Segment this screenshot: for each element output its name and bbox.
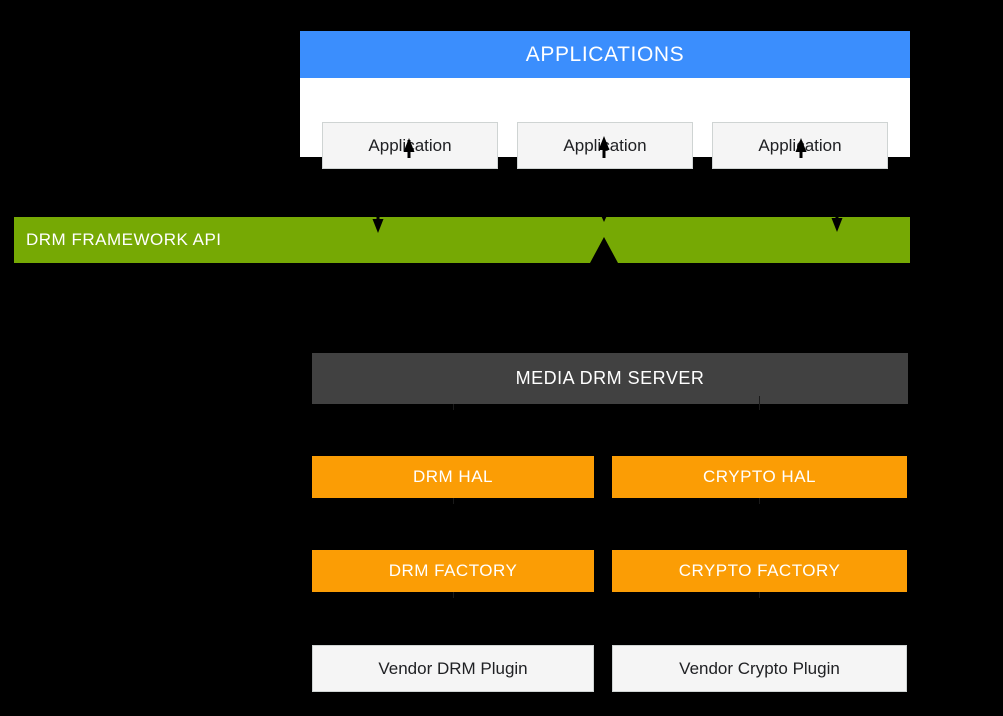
applications-box-row: Application Application Application	[300, 78, 910, 169]
crypto-factory-box[interactable]: CRYPTO FACTORY	[612, 550, 907, 592]
diagram-canvas: APPLICATIONS Application Application App…	[0, 0, 1003, 716]
application-box-1[interactable]: Application	[322, 122, 498, 169]
drm-framework-api-bar: DRM FRAMEWORK API	[14, 217, 910, 263]
applications-panel: APPLICATIONS Application Application App…	[300, 31, 910, 169]
connector-server-to-drm-hal	[453, 404, 454, 410]
connector-drm-factory-to-vendor-drm-plugin	[453, 592, 454, 598]
media-drm-server-box[interactable]: MEDIA DRM SERVER	[312, 353, 908, 404]
connector-crypto-factory-to-vendor-crypto-plugin	[759, 592, 760, 598]
connector-crypto-hal-to-crypto-factory	[759, 498, 760, 504]
connector-drm-hal-to-drm-factory	[453, 498, 454, 504]
drm-factory-box[interactable]: DRM FACTORY	[312, 550, 594, 592]
application-box-2[interactable]: Application	[517, 122, 693, 169]
connector-server-to-crypto-hal	[759, 396, 760, 410]
vendor-crypto-plugin-box[interactable]: Vendor Crypto Plugin	[612, 645, 907, 692]
drm-framework-api-label: DRM FRAMEWORK API	[26, 230, 222, 249]
crypto-hal-box[interactable]: CRYPTO HAL	[612, 456, 907, 498]
application-box-3[interactable]: Application	[712, 122, 888, 169]
applications-header: APPLICATIONS	[300, 31, 910, 78]
vendor-drm-plugin-box[interactable]: Vendor DRM Plugin	[312, 645, 594, 692]
drm-hal-box[interactable]: DRM HAL	[312, 456, 594, 498]
